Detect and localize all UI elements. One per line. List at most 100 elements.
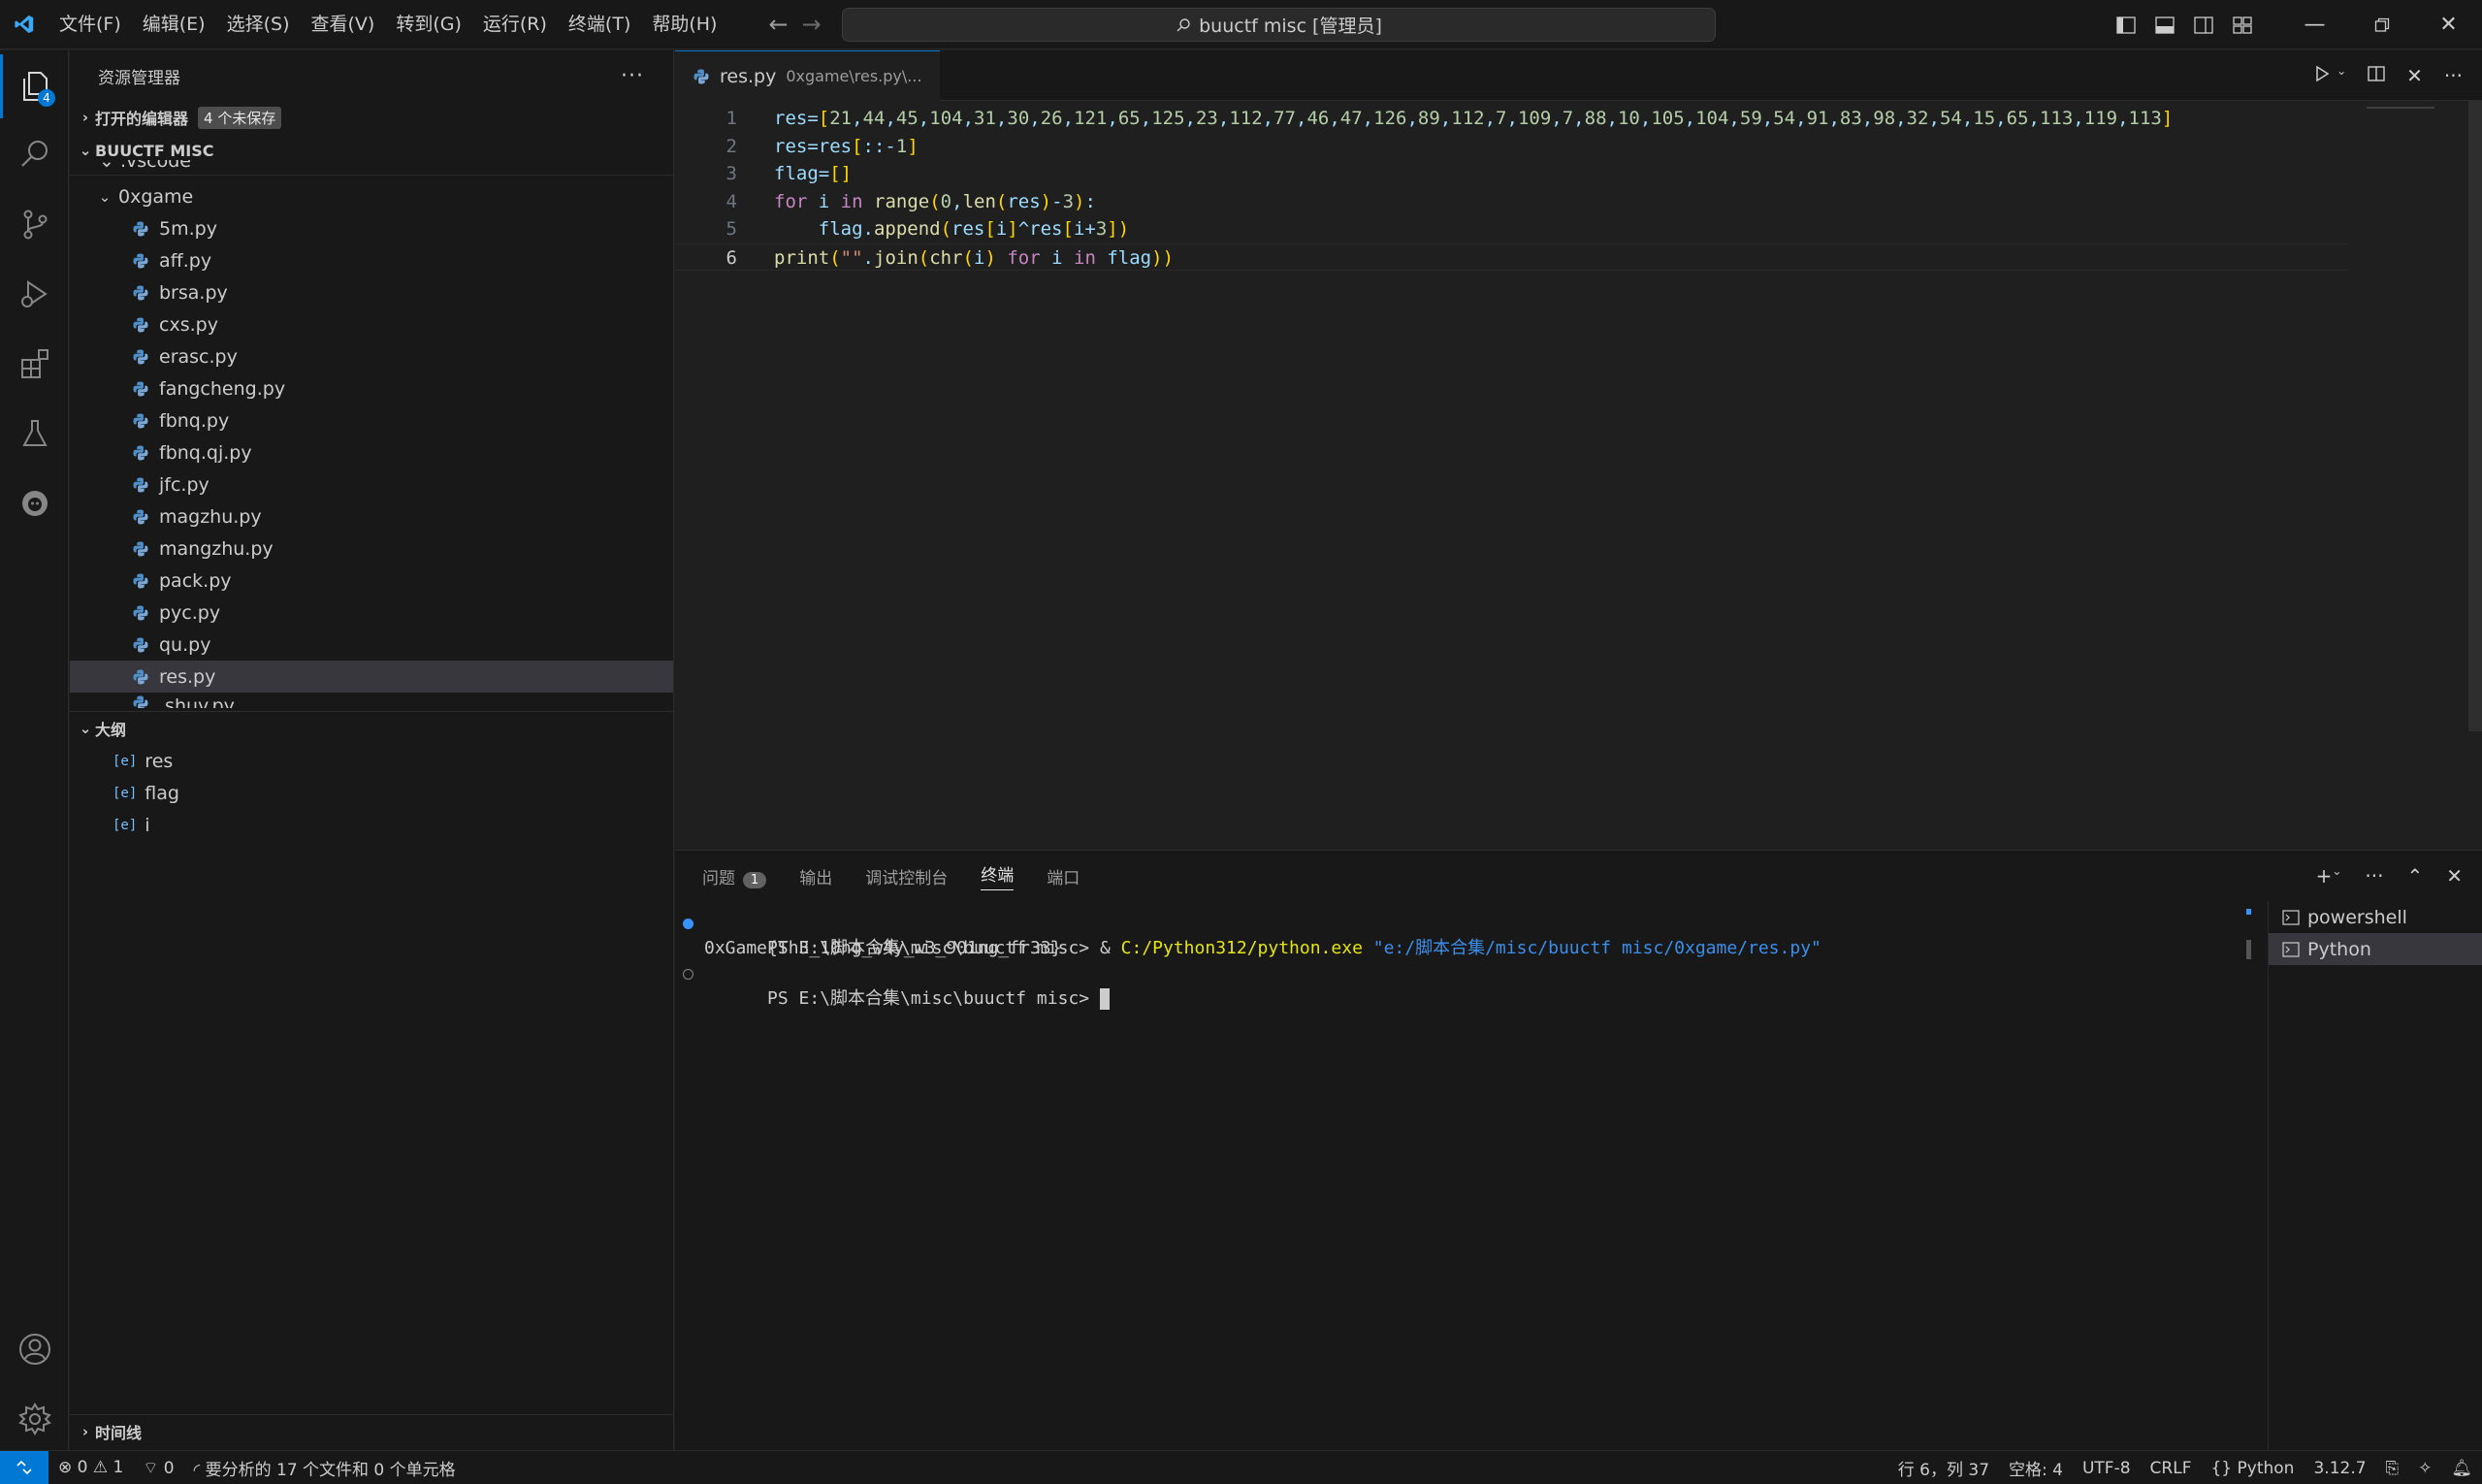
error-count: 0 [77,1458,88,1477]
encoding[interactable]: UTF-8 [2073,1459,2141,1478]
close-panel-icon[interactable]: ✕ [2446,864,2463,887]
menu-selection[interactable]: 选择(S) [216,0,301,49]
file-item[interactable]: cxs.py [70,308,673,340]
more-actions-icon[interactable]: ··· [621,64,644,88]
remote-indicator-icon[interactable] [0,1450,48,1484]
line-ending[interactable]: CRLF [2141,1459,2202,1478]
menu-view[interactable]: 查看(V) [301,0,386,49]
partial-file-row[interactable]: shuy.py [70,693,673,708]
outline-item[interactable]: [e] flag [70,777,673,809]
terminal-arg: "e:/脚本合集/misc/buuctf misc/0xgame/res.py" [1362,938,1821,958]
menu-file[interactable]: 文件(F) [48,0,132,49]
more-actions-icon[interactable]: ··· [2444,64,2463,87]
file-item[interactable]: fangcheng.py [70,372,673,404]
python-version[interactable]: 3.12.7 [2304,1459,2375,1478]
file-item[interactable]: res.py [70,661,673,693]
menu-edit[interactable]: 编辑(E) [132,0,216,49]
toggle-secondary-sidebar-icon[interactable] [2184,0,2223,49]
file-item[interactable]: pack.py [70,565,673,597]
tab-problems[interactable]: 问题 1 [702,864,767,888]
extensions-icon[interactable] [0,332,69,396]
sticky-vscode-row[interactable]: ⌄ .vscode [70,160,673,176]
code-line[interactable]: 2 res=res[::-1] [675,133,2348,160]
outline-item[interactable]: [e] i [70,809,673,841]
file-item[interactable]: mangzhu.py [70,532,673,565]
more-actions-icon[interactable]: ··· [2365,864,2383,887]
file-item[interactable]: qu.py [70,629,673,661]
chevron-down-icon: ⌄ [99,160,114,172]
command-center-search[interactable]: buuctf misc [管理员] [842,8,1716,42]
menu-help[interactable]: 帮助(H) [641,0,727,49]
outline-header[interactable]: ⌄ 大纲 [70,712,673,745]
explorer-icon[interactable]: 4 [0,54,69,118]
code-line[interactable]: 4 for i in range(0,len(res)-3): [675,188,2348,215]
file-item[interactable]: aff.py [70,244,673,276]
restore-icon[interactable] [2348,0,2415,49]
file-item[interactable]: jfc.py [70,468,673,500]
tab-ports[interactable]: 端口 [1047,864,1080,888]
file-item[interactable]: fbnq.qj.py [70,436,673,468]
timeline-header[interactable]: › 时间线 [70,1415,673,1448]
code-line[interactable]: 5 flag.append(res[i]^res[i+3]) [675,215,2348,242]
customize-layout-icon[interactable] [2223,0,2262,49]
minimize-icon[interactable]: — [2281,0,2348,49]
file-item[interactable]: erasc.py [70,340,673,372]
timeline-section[interactable]: › 时间线 [70,1414,673,1448]
remote-explorer-icon[interactable] [0,471,69,535]
indentation[interactable]: 空格: 4 [1999,1456,2073,1480]
file-label: cxs.py [159,313,218,336]
editor-scrollbar[interactable] [2468,101,2482,731]
new-terminal-icon[interactable]: +⌄ [2316,864,2342,887]
menu-go[interactable]: 转到(G) [385,0,472,49]
code-line[interactable]: 1 res=[21,44,45,104,31,30,26,121,65,125,2… [675,105,2348,132]
notifications-bell-icon[interactable]: 🔔︎ [2441,1459,2482,1478]
file-item[interactable]: pyc.py [70,597,673,629]
copilot-icon[interactable]: ✧ [2408,1459,2441,1478]
file-item[interactable]: magzhu.py [70,500,673,532]
terminal-output[interactable]: PS E:\脚本合集\misc\buuctf misc> & C:/Python… [675,901,2246,1451]
maximize-panel-icon[interactable]: ⌃ [2406,864,2423,887]
tab-debug-console[interactable]: 调试控制台 [865,864,948,888]
toggle-primary-sidebar-icon[interactable] [2107,0,2145,49]
python-file-icon [132,348,149,366]
menu-terminal[interactable]: 终端(T) [558,0,641,49]
file-item[interactable]: brsa.py [70,276,673,308]
outline-item-label: i [145,814,150,836]
file-item[interactable]: fbnq.py [70,404,673,436]
run-debug-icon[interactable] [0,262,69,326]
tab-res-py[interactable]: res.py 0xgame\res.py\... [675,50,940,101]
code-line[interactable]: 6 print("".join(chr(i) for i in flag)) [675,242,2348,271]
toggle-panel-icon[interactable] [2145,0,2184,49]
file-item[interactable]: 5m.py [70,212,673,244]
open-editors-section[interactable]: › 打开的编辑器 4 个未保存 [70,101,673,134]
minimap[interactable] [2367,107,2434,114]
source-control-icon[interactable] [0,192,69,256]
code-editor[interactable]: 1 res=[21,44,45,104,31,30,26,121,65,125,2… [675,101,2482,850]
back-arrow-icon[interactable]: ← [768,11,788,38]
language-mode[interactable]: {} Python [2201,1459,2304,1478]
split-editor-icon[interactable] [2368,64,2385,87]
tab-output[interactable]: 输出 [799,864,832,888]
search-view-icon[interactable] [0,122,69,186]
forward-arrow-icon[interactable]: → [802,11,822,38]
close-window-icon[interactable]: ✕ [2415,0,2482,49]
cursor-position[interactable]: 行 6，列 37 [1888,1456,1999,1480]
problems-status[interactable]: ⊗ 0 ⚠ 1 [48,1458,133,1477]
outline-item[interactable]: [e] res [70,745,673,777]
accounts-icon[interactable] [0,1317,69,1381]
terminal-prompt-line: PS E:\脚本合集\misc\buuctf misc> [683,961,1110,1010]
terminal-item-python[interactable]: Python [2269,933,2482,965]
menu-run[interactable]: 运行(R) [472,0,558,49]
run-python-icon[interactable]: ⌄ [2313,64,2346,87]
close-editor-icon[interactable]: ✕ [2406,64,2423,87]
terminal-exe: C:/Python312/python.exe [1120,938,1363,958]
settings-gear-icon[interactable] [0,1387,69,1451]
tab-terminal[interactable]: 终端 [981,861,1015,890]
file-icon[interactable]: ⎘ [2376,1459,2409,1478]
testing-flask-icon[interactable] [0,402,69,466]
folder-0xgame[interactable]: ⌄ 0xgame [70,180,673,212]
terminal-item-powershell[interactable]: powershell [2269,901,2482,933]
ports-status[interactable]: ⌔ 0 [133,1458,183,1478]
analysis-status[interactable]: ◜ 要分析的 17 个文件和 0 个单元格 [184,1456,466,1480]
code-line[interactable]: 3 flag=[] [675,160,2348,187]
